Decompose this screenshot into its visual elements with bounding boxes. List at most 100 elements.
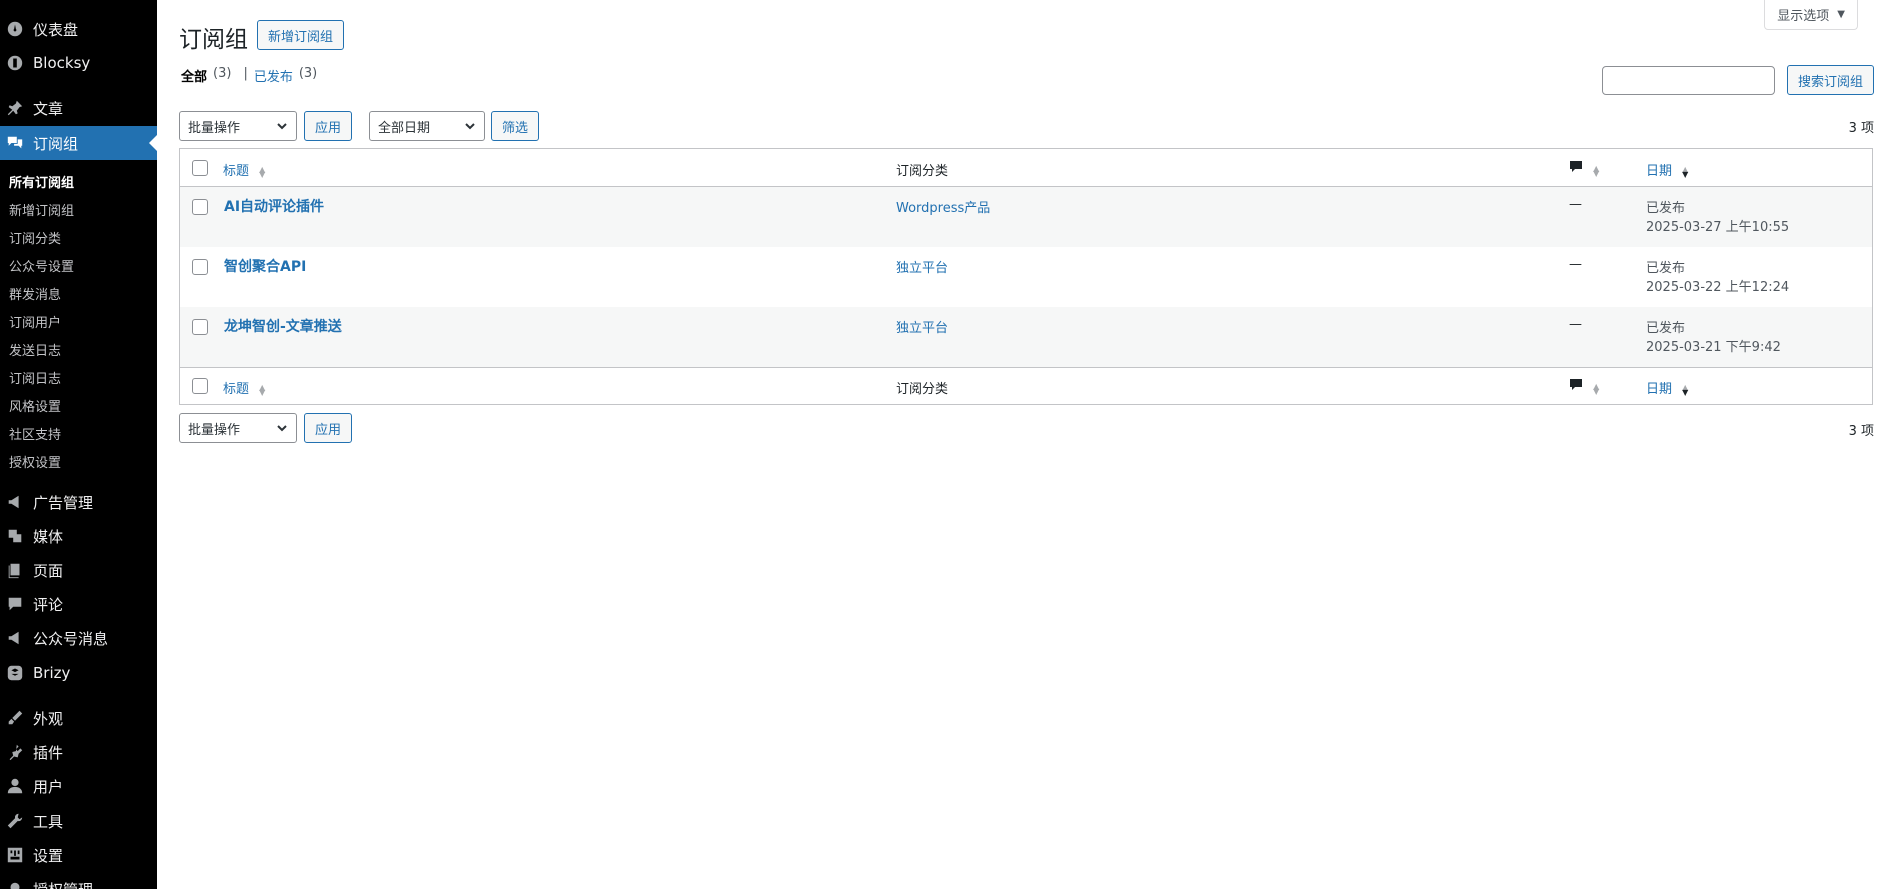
sort-date-link[interactable]: 日期 [1646,164,1672,179]
search-button[interactable]: 搜索订阅组 [1787,65,1874,95]
sort-title-link[interactable]: 标题 [223,164,249,179]
submenu-item-send-log[interactable]: 发送日志 [9,340,61,359]
menu-item-ads[interactable]: 广告管理 [0,485,157,519]
menu-item-pages[interactable]: 页面 [0,553,157,587]
column-category-header: 订阅分类 [896,164,949,179]
filter-all-link[interactable]: 全部 [181,66,207,85]
menu-item-tools[interactable]: 工具 [0,804,157,838]
bulk-actions-select-bottom[interactable]: 批量操作 [179,413,297,443]
comment-icon [5,594,25,614]
submenu-item-categories[interactable]: 订阅分类 [9,228,61,247]
menu-item-settings[interactable]: 设置 [0,838,157,872]
date-filter-select[interactable]: 全部日期 [369,111,485,141]
submenu-item-broadcast[interactable]: 群发消息 [9,284,61,303]
menu-label: 仪表盘 [33,20,79,39]
filter-published-link[interactable]: 已发布 [254,66,293,85]
menu-label: 设置 [33,846,64,865]
row-title-link[interactable]: 智创聚合API [224,256,306,276]
row-comments: — [1569,257,1582,272]
menu-label: 公众号消息 [33,629,109,648]
wrench-icon [5,811,25,831]
menu-label: 插件 [33,743,64,762]
sort-arrows-icon: ▲ ▼ [1682,382,1689,397]
row-checkbox[interactable] [192,319,208,335]
filter-all-count: (3) [213,66,232,81]
column-date-header[interactable]: 日期 ▲ ▼ [1646,160,1688,179]
column-title-header[interactable]: 标题 ▲ ▼ [223,160,265,179]
pushpin-icon [5,98,25,118]
menu-label: 外观 [33,709,64,728]
caret-down-icon: ▼ [1837,9,1845,20]
menu-label: 媒体 [33,527,64,546]
add-new-button[interactable]: 新增订阅组 [257,20,344,50]
menu-item-wechat-messages[interactable]: 公众号消息 [0,621,157,655]
row-status: 已发布 [1646,201,1686,216]
sort-title-link[interactable]: 标题 [223,382,249,397]
bulk-actions-value: 批量操作 [188,120,241,136]
row-status: 已发布 [1646,261,1686,276]
admin-sidebar: 仪表盘 Blocksy 文章 订阅组 所有订阅组 新增订阅组 订阅分类 公众号设… [0,0,157,889]
menu-label: 文章 [33,99,64,118]
screen-options-label: 显示选项 [1777,9,1830,24]
settings-icon [5,845,25,865]
menu-item-posts[interactable]: 文章 [0,91,157,125]
bulk-actions-select[interactable]: 批量操作 [179,111,297,141]
select-all-checkbox[interactable] [192,160,208,176]
menu-item-blocksy[interactable]: Blocksy [0,46,157,80]
submenu-item-license[interactable]: 授权设置 [9,452,61,471]
row-title-link[interactable]: AI自动评论插件 [224,196,324,216]
submenu-item-add-new[interactable]: 新增订阅组 [9,200,74,219]
comment-bubble-icon [1570,161,1582,172]
sort-date-link[interactable]: 日期 [1646,382,1672,397]
items-count-bottom: 3 项 [1848,424,1874,439]
filter-button[interactable]: 筛选 [491,111,539,141]
column-category-footer: 订阅分类 [896,382,949,397]
menu-item-appearance[interactable]: 外观 [0,701,157,735]
submenu-item-subscribe-log[interactable]: 订阅日志 [9,368,61,387]
menu-item-brizy[interactable]: Brizy [0,656,157,690]
menu-item-comments[interactable]: 评论 [0,587,157,621]
items-count: 3 项 [1848,121,1874,136]
search-input[interactable] [1602,66,1775,95]
dashboard-icon [5,19,25,39]
apply-button[interactable]: 应用 [304,111,352,141]
menu-item-users[interactable]: 用户 [0,769,157,803]
row-category-link[interactable]: 独立平台 [896,257,948,276]
menu-label: Blocksy [33,54,91,72]
submenu-item-community[interactable]: 社区支持 [9,424,61,443]
chevron-down-icon [464,120,476,132]
row-title-link[interactable]: 龙坤智创-文章推送 [224,316,342,336]
select-all-checkbox[interactable] [192,378,208,394]
row-status: 已发布 [1646,321,1686,336]
column-comments-footer[interactable]: ▲ ▼ [1569,378,1599,396]
menu-label: 广告管理 [33,493,94,512]
submenu-item-style[interactable]: 风格设置 [9,396,61,415]
column-date-footer[interactable]: 日期 ▲ ▼ [1646,378,1688,397]
comments-icon [5,133,25,153]
menu-label: 授权管理 [33,879,93,889]
menu-item-license-management[interactable]: 授权管理 [0,872,157,889]
row-category-link[interactable]: 独立平台 [896,317,948,336]
column-title-footer[interactable]: 标题 ▲ ▼ [223,378,265,397]
row-date: 2025-03-27 上午10:55 [1646,220,1790,235]
row-category-link[interactable]: Wordpress产品 [896,197,990,216]
apply-button-bottom[interactable]: 应用 [304,413,352,443]
menu-label: Brizy [33,664,71,682]
submenu-item-subscribers[interactable]: 订阅用户 [9,312,61,331]
menu-item-media[interactable]: 媒体 [0,519,157,553]
column-comments-header[interactable]: ▲ ▼ [1569,160,1599,178]
screen-options-button[interactable]: 显示选项 ▼ [1764,0,1858,30]
submenu-item-wechat-settings[interactable]: 公众号设置 [9,256,74,275]
media-icon [5,526,25,546]
row-checkbox[interactable] [192,199,208,215]
menu-item-dashboard[interactable]: 仪表盘 [0,12,157,46]
row-checkbox[interactable] [192,259,208,275]
menu-item-subscription-groups[interactable]: 订阅组 [0,126,157,160]
table-header: 标题 ▲ ▼ 订阅分类 ▲ ▼ 日期 ▲ ▼ [180,149,1872,187]
megaphone-icon [5,628,25,648]
active-indicator [149,135,157,151]
menu-label: 工具 [33,812,64,831]
menu-item-plugins[interactable]: 插件 [0,735,157,769]
submenu-item-all[interactable]: 所有订阅组 [9,172,74,191]
page-title: 订阅组 [179,27,248,53]
